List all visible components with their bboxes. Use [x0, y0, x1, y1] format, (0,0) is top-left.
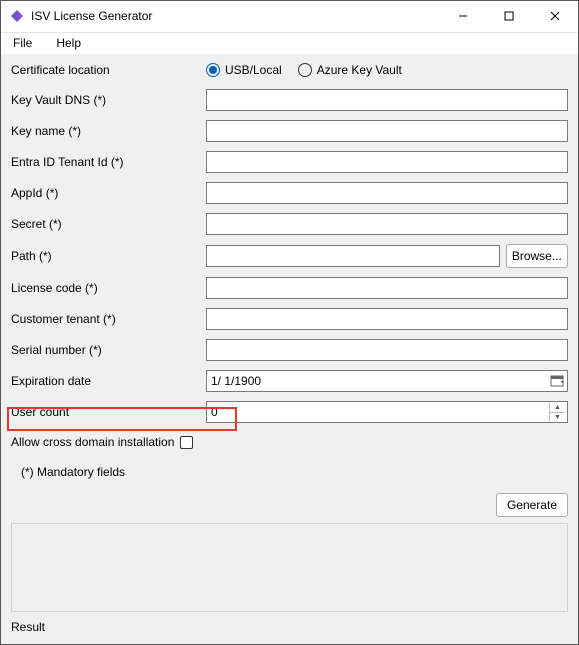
app-window: ISV License Generator File Help Certific…: [0, 0, 579, 645]
input-license-code[interactable]: [206, 277, 568, 299]
window-title: ISV License Generator: [31, 9, 440, 23]
radio-icon: [206, 63, 220, 77]
menubar: File Help: [1, 33, 578, 55]
titlebar: ISV License Generator: [1, 1, 578, 33]
expiration-date-value: 1/ 1/1900: [211, 374, 261, 388]
label-path: Path (*): [11, 249, 206, 263]
browse-button[interactable]: Browse...: [506, 244, 568, 268]
generate-button[interactable]: Generate: [496, 493, 568, 517]
browse-label: Browse...: [512, 249, 562, 263]
label-user-count: User count: [11, 405, 206, 419]
menu-file[interactable]: File: [7, 34, 38, 52]
label-customer-tenant: Customer tenant (*): [11, 312, 206, 326]
input-expiration-date[interactable]: 1/ 1/1900: [206, 370, 568, 392]
form-area: Certificate location USB/Local Azure Key…: [1, 54, 578, 489]
user-count-spinner[interactable]: ▲ ▼: [549, 402, 565, 422]
close-button[interactable]: [532, 1, 578, 32]
window-controls: [440, 1, 578, 32]
input-path[interactable]: [206, 245, 500, 267]
input-serial-number[interactable]: [206, 339, 568, 361]
label-allow-cross: Allow cross domain installation: [11, 435, 174, 449]
result-panel: [11, 523, 568, 612]
minimize-button[interactable]: [440, 1, 486, 32]
label-secret: Secret (*): [11, 217, 206, 231]
input-key-name: [206, 120, 568, 142]
label-key-name: Key name (*): [11, 124, 206, 138]
user-count-value: 0: [211, 405, 218, 419]
spin-down-icon[interactable]: ▼: [550, 413, 565, 423]
mandatory-note: (*) Mandatory fields: [11, 465, 568, 479]
app-icon: [9, 8, 25, 24]
input-customer-tenant[interactable]: [206, 308, 568, 330]
radio-azure-key-vault[interactable]: Azure Key Vault: [298, 63, 402, 77]
label-result: Result: [1, 616, 578, 644]
radio-azure-label: Azure Key Vault: [317, 63, 402, 77]
input-app-id: [206, 182, 568, 204]
input-user-count[interactable]: 0 ▲ ▼: [206, 401, 568, 423]
label-key-vault-dns: Key Vault DNS (*): [11, 93, 206, 107]
maximize-button[interactable]: [486, 1, 532, 32]
label-app-id: AppId (*): [11, 186, 206, 200]
menu-help[interactable]: Help: [50, 34, 87, 52]
radio-usb-local[interactable]: USB/Local: [206, 63, 282, 77]
label-license-code: License code (*): [11, 281, 206, 295]
spin-up-icon[interactable]: ▲: [550, 402, 565, 413]
generate-label: Generate: [507, 498, 557, 512]
label-cert-location: Certificate location: [11, 63, 206, 77]
input-key-vault-dns: [206, 89, 568, 111]
label-expiration-date: Expiration date: [11, 374, 206, 388]
radio-usb-local-label: USB/Local: [225, 63, 282, 77]
input-tenant-id: [206, 151, 568, 173]
input-secret: [206, 213, 568, 235]
label-serial-number: Serial number (*): [11, 343, 206, 357]
radio-icon: [298, 63, 312, 77]
calendar-dropdown-icon[interactable]: [549, 373, 565, 389]
label-tenant-id: Entra ID Tenant Id (*): [11, 155, 206, 169]
checkbox-allow-cross[interactable]: [180, 436, 193, 449]
